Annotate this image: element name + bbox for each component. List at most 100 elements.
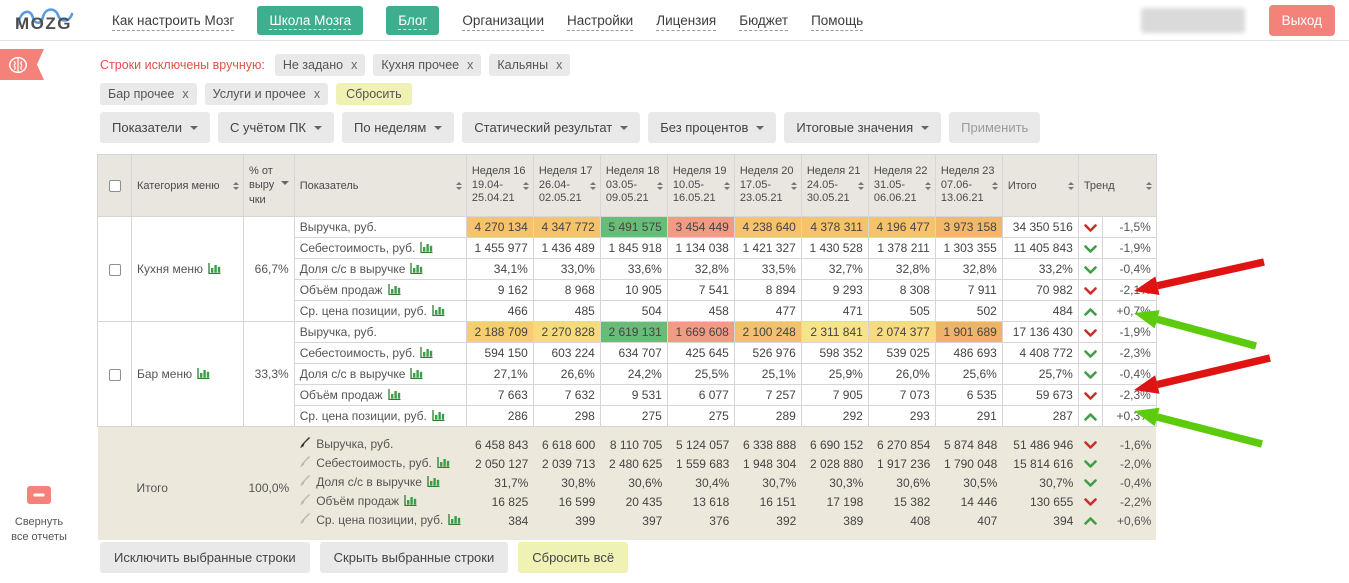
- brush-icon[interactable]: [299, 495, 311, 509]
- dropdown-with-pc[interactable]: С учётом ПК: [218, 112, 334, 143]
- nav-item-how-to-setup[interactable]: Как настроить Мозг: [112, 13, 234, 28]
- brush-icon[interactable]: [299, 438, 311, 452]
- remove-chip-icon[interactable]: x: [351, 58, 357, 72]
- week-column-header[interactable]: Неделя 1803.05-09.05.21: [600, 155, 667, 217]
- nav-item-budget[interactable]: Бюджет: [739, 13, 788, 28]
- sort-icon[interactable]: [523, 179, 529, 193]
- exclude-selected-rows-button[interactable]: Исключить выбранные строки: [100, 542, 310, 573]
- nav-item-school[interactable]: Школа Мозга: [257, 6, 363, 35]
- brain-ribbon[interactable]: [0, 49, 44, 80]
- week-column-header[interactable]: Неделя 1619.04-25.04.21: [466, 155, 533, 217]
- value-cell: 16 599: [533, 492, 600, 511]
- nav-item-organizations[interactable]: Организации: [462, 13, 544, 28]
- bar-chart-icon[interactable]: [443, 513, 461, 527]
- dropdown-total-values[interactable]: Итоговые значения: [784, 112, 941, 143]
- week-column-header[interactable]: Неделя 2017.05-23.05.21: [734, 155, 801, 217]
- remove-chip-icon[interactable]: x: [314, 87, 320, 101]
- bar-chart-icon[interactable]: [383, 283, 401, 297]
- row-checkbox[interactable]: [109, 369, 121, 381]
- bar-chart-icon[interactable]: [427, 409, 445, 423]
- bar-chart-icon[interactable]: [405, 262, 423, 276]
- total-cell: 70 982: [1002, 280, 1078, 301]
- apply-button[interactable]: Применить: [949, 112, 1040, 143]
- bar-chart-icon[interactable]: [203, 262, 221, 276]
- filter-chip: Кухня прочееx: [373, 54, 481, 76]
- bar-chart-icon[interactable]: [383, 388, 401, 402]
- trend-down-icon: [1084, 346, 1097, 360]
- brush-icon[interactable]: [299, 476, 311, 490]
- week-column-header[interactable]: Неделя 2124.05-30.05.21: [801, 155, 868, 217]
- trend-value-cell: -0,4%: [1102, 259, 1156, 280]
- dropdown-by-weeks[interactable]: По неделям: [342, 112, 454, 143]
- sort-icon[interactable]: [858, 179, 864, 193]
- sort-up-arrow: [456, 179, 462, 185]
- column-header-category[interactable]: Категория меню: [132, 155, 244, 217]
- row-checkbox[interactable]: [109, 264, 121, 276]
- hide-selected-rows-button[interactable]: Скрыть выбранные строки: [320, 542, 509, 573]
- nav-item-license[interactable]: Лицензия: [656, 13, 716, 28]
- brush-icon[interactable]: [299, 514, 311, 528]
- bar-chart-icon[interactable]: [415, 241, 433, 255]
- sort-icon[interactable]: [724, 179, 730, 193]
- week-column-header[interactable]: Неделя 2231.05-06.06.21: [868, 155, 935, 217]
- collapse-reports-button[interactable]: [27, 486, 51, 504]
- trend-down-icon: [1084, 241, 1097, 255]
- week-column-header[interactable]: Неделя 1910.05-16.05.21: [667, 155, 734, 217]
- filter-chip-label: Кальяны: [497, 58, 548, 72]
- dropdown-static-result[interactable]: Статический результат: [462, 112, 640, 143]
- reset-all-button[interactable]: Сбросить всё: [518, 542, 628, 573]
- nav-item-settings[interactable]: Настройки: [567, 13, 633, 28]
- value-cell: 2 039 713: [533, 454, 600, 473]
- total-cell: 4 408 772: [1002, 343, 1078, 364]
- value-cell: 6 535: [935, 385, 1002, 406]
- sort-desc-icon[interactable]: [281, 181, 289, 189]
- column-header-trend[interactable]: Тренд: [1078, 155, 1156, 217]
- bar-chart-icon[interactable]: [405, 367, 423, 381]
- sort-icon[interactable]: [590, 179, 596, 193]
- week-title: Неделя 21: [807, 165, 863, 179]
- remove-chip-icon[interactable]: x: [467, 58, 473, 72]
- value-cell: 5 124 057: [667, 427, 734, 455]
- brush-icon[interactable]: [299, 457, 311, 471]
- sort-icon[interactable]: [1068, 179, 1074, 193]
- sort-icon[interactable]: [233, 179, 239, 193]
- reset-filters-button[interactable]: Сбросить: [336, 83, 412, 105]
- heatmap-cell: 5 491 575: [600, 217, 667, 238]
- trend-down-icon: [1084, 388, 1097, 402]
- logout-button[interactable]: Выход: [1269, 5, 1335, 36]
- select-all-checkbox[interactable]: [109, 180, 121, 192]
- mozg-logo[interactable]: MOZG: [14, 3, 80, 37]
- dropdown-no-percents[interactable]: Без процентов: [648, 112, 776, 143]
- value-cell: 25,1%: [734, 364, 801, 385]
- bar-chart-icon[interactable]: [415, 346, 433, 360]
- value-cell: 1 134 038: [667, 238, 734, 259]
- bar-chart-icon[interactable]: [192, 367, 210, 381]
- sort-down-arrow: [456, 187, 462, 193]
- sort-icon[interactable]: [791, 179, 797, 193]
- sort-icon[interactable]: [657, 179, 663, 193]
- value-cell: 1 421 327: [734, 238, 801, 259]
- trend-icon-cell: [1078, 406, 1102, 427]
- sort-icon[interactable]: [1146, 179, 1152, 193]
- value-cell: 10 905: [600, 280, 667, 301]
- remove-chip-icon[interactable]: x: [182, 87, 188, 101]
- column-header-total[interactable]: Итого: [1002, 155, 1078, 217]
- sort-icon[interactable]: [456, 179, 462, 193]
- sort-icon[interactable]: [925, 179, 931, 193]
- nav-item-blog[interactable]: Блог: [386, 6, 439, 35]
- remove-chip-icon[interactable]: x: [556, 58, 562, 72]
- bar-chart-icon[interactable]: [427, 304, 445, 318]
- bar-chart-icon[interactable]: [422, 475, 440, 489]
- week-column-header[interactable]: Неделя 1726.04-02.05.21: [533, 155, 600, 217]
- dropdown-indicators[interactable]: Показатели: [100, 112, 210, 143]
- value-cell: 526 976: [734, 343, 801, 364]
- week-column-header[interactable]: Неделя 2307.06-13.06.21: [935, 155, 1002, 217]
- column-header-revenue-share[interactable]: % от выручки: [244, 155, 295, 217]
- nav-item-help[interactable]: Помощь: [811, 13, 863, 28]
- column-header-metric[interactable]: Показатель: [294, 155, 466, 217]
- sort-icon[interactable]: [992, 179, 998, 193]
- bar-chart-icon[interactable]: [432, 456, 450, 470]
- trend-value-cell: +0,3%: [1102, 406, 1156, 427]
- value-cell: 7 911: [935, 280, 1002, 301]
- bar-chart-icon[interactable]: [399, 494, 417, 508]
